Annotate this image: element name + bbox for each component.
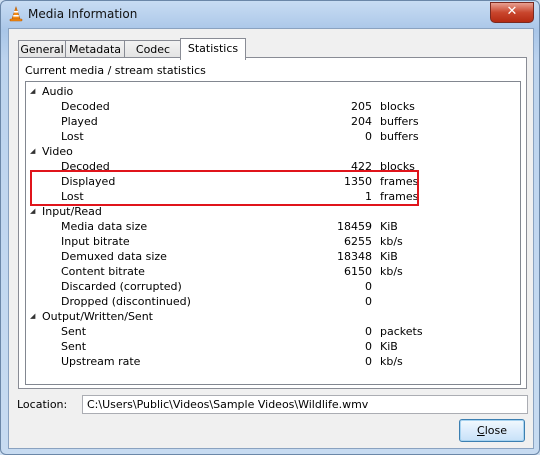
row-label: Upstream rate xyxy=(61,355,141,368)
tree-row[interactable]: Sent 0 KiB xyxy=(26,339,520,354)
row-unit: kb/s xyxy=(380,265,403,278)
triangle-expanded-icon[interactable]: ◢ xyxy=(30,204,35,219)
tree-row[interactable]: Lost 0 buffers xyxy=(26,129,520,144)
triangle-expanded-icon[interactable]: ◢ xyxy=(30,309,35,324)
tree-row[interactable]: Decoded 205 blocks xyxy=(26,99,520,114)
tree-row[interactable]: Played 204 buffers xyxy=(26,114,520,129)
row-label: Played xyxy=(61,115,98,128)
close-icon: ✕ xyxy=(506,4,518,19)
row-value: 0 xyxy=(365,130,372,143)
stats-group-label: Current media / stream statistics xyxy=(25,64,206,77)
row-unit: KiB xyxy=(380,250,398,263)
row-label: Dropped (discontinued) xyxy=(61,295,191,308)
close-button-mnemonic: C xyxy=(477,424,485,437)
tab-statistics[interactable]: Statistics xyxy=(180,38,246,60)
close-button[interactable]: Close xyxy=(459,419,525,442)
location-label: Location: xyxy=(17,398,68,411)
row-label: Content bitrate xyxy=(61,265,145,278)
tree-category-audio[interactable]: ◢ Audio xyxy=(26,84,520,99)
window-close-button[interactable]: ✕ xyxy=(490,2,534,23)
row-value: 6255 xyxy=(344,235,372,248)
vlc-cone-icon xyxy=(9,6,23,22)
statistics-tree[interactable]: ◢ Audio Decoded 205 blocks Played 204 bu… xyxy=(25,81,521,385)
row-label: Demuxed data size xyxy=(61,250,167,263)
window-title: Media Information xyxy=(28,7,138,21)
row-label: Sent xyxy=(61,325,87,338)
tree-category-input-read[interactable]: ◢ Input/Read xyxy=(26,204,520,219)
row-value: 0 xyxy=(365,280,372,293)
tree-row[interactable]: Dropped (discontinued) 0 xyxy=(26,294,520,309)
row-value: 0 xyxy=(365,325,372,338)
title-bar[interactable]: Media Information ✕ xyxy=(1,1,539,27)
tree-row[interactable]: Media data size 18459 KiB xyxy=(26,219,520,234)
tab-metadata[interactable]: Metadata xyxy=(65,40,125,58)
row-unit: buffers xyxy=(380,115,419,128)
row-unit: kb/s xyxy=(380,235,403,248)
row-label: Lost xyxy=(61,130,84,143)
row-value: 6150 xyxy=(344,265,372,278)
row-label: Media data size xyxy=(61,220,148,233)
row-label: Sent xyxy=(61,340,87,353)
triangle-expanded-icon[interactable]: ◢ xyxy=(30,144,35,159)
row-value: 0 xyxy=(365,295,372,308)
row-unit: blocks xyxy=(380,100,415,113)
row-unit: KiB xyxy=(380,340,398,353)
close-button-label: lose xyxy=(484,424,507,437)
tree-category-video[interactable]: ◢ Video xyxy=(26,144,520,159)
tree-row[interactable]: Upstream rate 0 kb/s xyxy=(26,354,520,369)
location-field[interactable]: C:\Users\Public\Videos\Sample Videos\Wil… xyxy=(82,395,528,414)
tree-row[interactable]: Sent 0 packets xyxy=(26,324,520,339)
row-value: 204 xyxy=(351,115,372,128)
row-label: Input bitrate xyxy=(61,235,130,248)
dialog-client-area: General Metadata Codec Statistics Curren… xyxy=(8,28,534,449)
tab-codec[interactable]: Codec xyxy=(124,40,182,58)
row-value: 18459 xyxy=(337,220,372,233)
tree-row[interactable]: Input bitrate 6255 kb/s xyxy=(26,234,520,249)
row-label: Discarded (corrupted) xyxy=(61,280,182,293)
row-value: 0 xyxy=(365,355,372,368)
tree-row[interactable]: Demuxed data size 18348 KiB xyxy=(26,249,520,264)
media-information-window: Media Information ✕ General Metadata Cod… xyxy=(0,0,540,455)
triangle-expanded-icon[interactable]: ◢ xyxy=(30,84,35,99)
row-unit: kb/s xyxy=(380,355,403,368)
tree-row[interactable]: Discarded (corrupted) 0 xyxy=(26,279,520,294)
row-value: 0 xyxy=(365,340,372,353)
row-unit: KiB xyxy=(380,220,398,233)
statistics-panel: Current media / stream statistics ◢ Audi… xyxy=(18,57,527,389)
red-highlight-box xyxy=(30,170,419,206)
tree-category-output[interactable]: ◢ Output/Written/Sent xyxy=(26,309,520,324)
tab-general[interactable]: General xyxy=(18,40,66,58)
row-unit: packets xyxy=(380,325,423,338)
row-value: 205 xyxy=(351,100,372,113)
row-value: 18348 xyxy=(337,250,372,263)
row-unit: buffers xyxy=(380,130,419,143)
tree-row[interactable]: Content bitrate 6150 kb/s xyxy=(26,264,520,279)
row-label: Decoded xyxy=(61,100,110,113)
